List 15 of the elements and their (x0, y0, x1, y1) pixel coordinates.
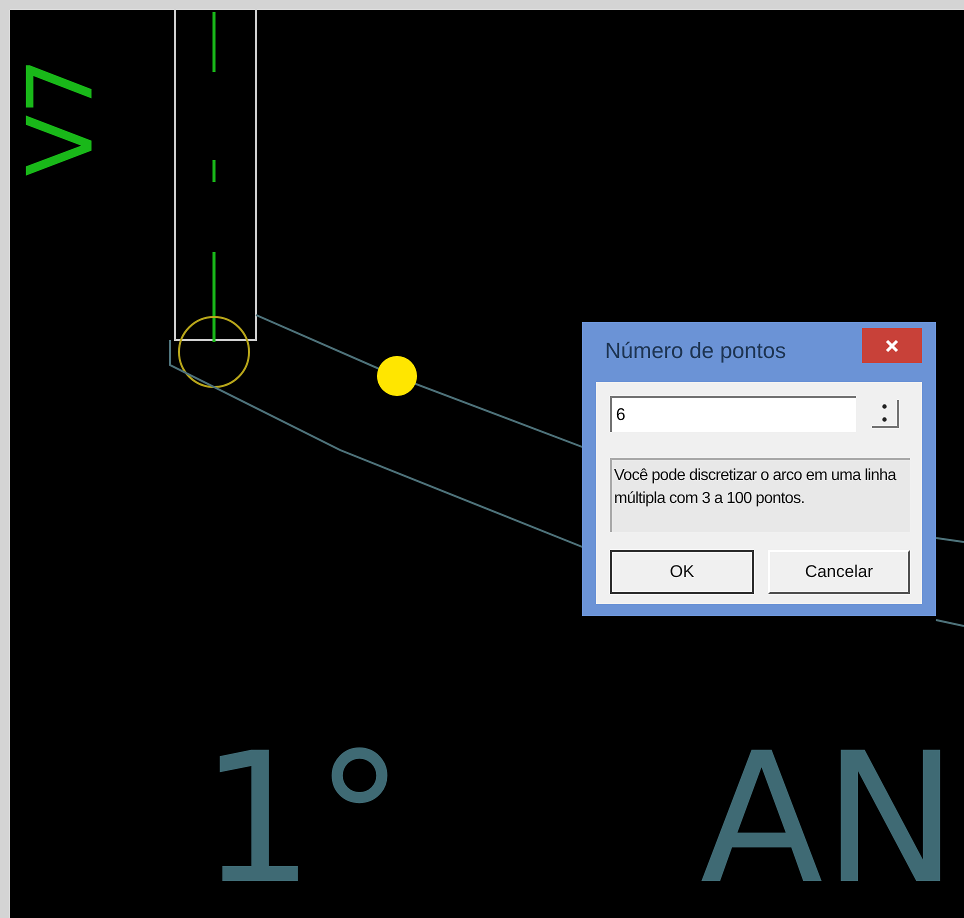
dialog-title: Número de pontos (605, 338, 786, 364)
drawing-text: V7 (16, 58, 106, 176)
drawing-text: 1° (200, 730, 405, 910)
close-icon (885, 338, 899, 352)
close-button[interactable] (862, 328, 922, 363)
number-field[interactable]: 6 (610, 396, 856, 432)
spinner[interactable] (872, 400, 899, 428)
up-dot-icon (882, 404, 887, 409)
drawing-text: AN (700, 730, 958, 910)
grip-point (377, 356, 417, 396)
snap-circle (178, 316, 250, 388)
cancel-button[interactable]: Cancelar (768, 550, 910, 594)
ok-button[interactable]: OK (610, 550, 754, 594)
down-dot-icon (882, 417, 887, 422)
description-text: Você pode discretizar o arco em uma linha múltipla com 3 a 100 pontos. (610, 458, 910, 532)
